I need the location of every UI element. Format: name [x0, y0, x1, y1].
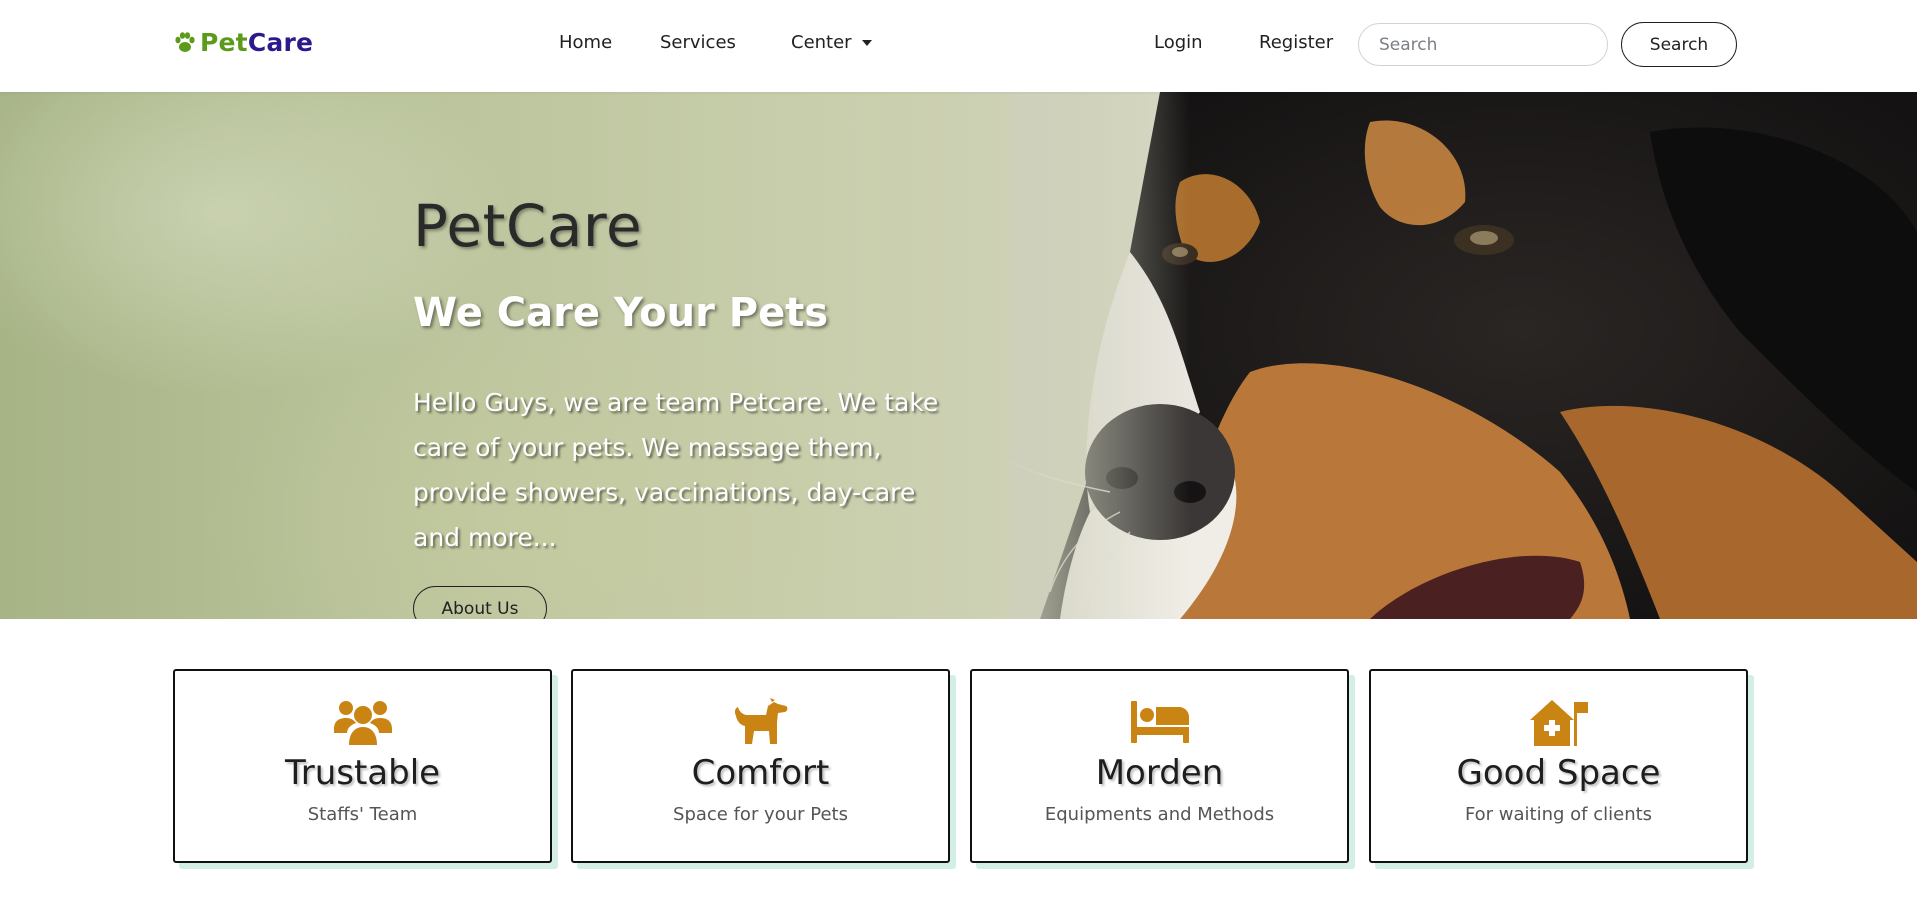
nav-center-label: Center [791, 32, 852, 53]
feature-subtitle: Equipments and Methods [1044, 804, 1275, 825]
bed-icon [1130, 697, 1190, 747]
feature-title: Good Space [1456, 753, 1661, 793]
nav-services-link[interactable]: Services [660, 32, 736, 53]
feature-card-good-space: Good Space For waiting of clients [1369, 669, 1748, 863]
hero-subtitle: We Care Your Pets [413, 290, 829, 336]
users-icon [333, 697, 393, 747]
hero-description: Hello Guys, we are team Petcare. We take… [413, 388, 939, 552]
dog-photo [1009, 92, 1917, 619]
about-us-button[interactable]: About Us [413, 586, 547, 619]
nav-login-link[interactable]: Login [1154, 32, 1203, 53]
search-button[interactable]: Search [1621, 22, 1737, 67]
nav-register-link[interactable]: Register [1259, 32, 1333, 53]
search-input[interactable] [1358, 23, 1608, 66]
hero-title: PetCare [413, 192, 643, 260]
brand-name-care: Care [247, 28, 314, 57]
feature-subtitle: Space for your Pets [673, 804, 848, 825]
feature-subtitle: For waiting of clients [1464, 804, 1653, 825]
hero-banner: PetCare We Care Your Pets Hello Guys, we… [0, 92, 1917, 619]
feature-card-trustable: Trustable Staffs' Team [173, 669, 552, 863]
paw-icon [175, 31, 195, 52]
navbar: Pet Care Home Services Center Login Regis… [0, 0, 1917, 92]
feature-card-comfort: Comfort Space for your Pets [571, 669, 950, 863]
feature-card-morden: Morden Equipments and Methods [970, 669, 1349, 863]
nav-center-dropdown[interactable]: Center [791, 32, 872, 53]
brand-name-pet: Pet [200, 28, 248, 57]
nav-home-link[interactable]: Home [559, 32, 612, 53]
brand-logo[interactable]: Pet Care [172, 28, 313, 57]
feature-title: Trustable [284, 753, 441, 793]
feature-title: Comfort [691, 753, 830, 793]
feature-subtitle: Staffs' Team [307, 804, 418, 825]
clinic-house-icon [1529, 697, 1589, 747]
dog-icon [731, 697, 791, 747]
caret-down-icon [861, 40, 872, 46]
feature-title: Morden [1095, 753, 1224, 793]
